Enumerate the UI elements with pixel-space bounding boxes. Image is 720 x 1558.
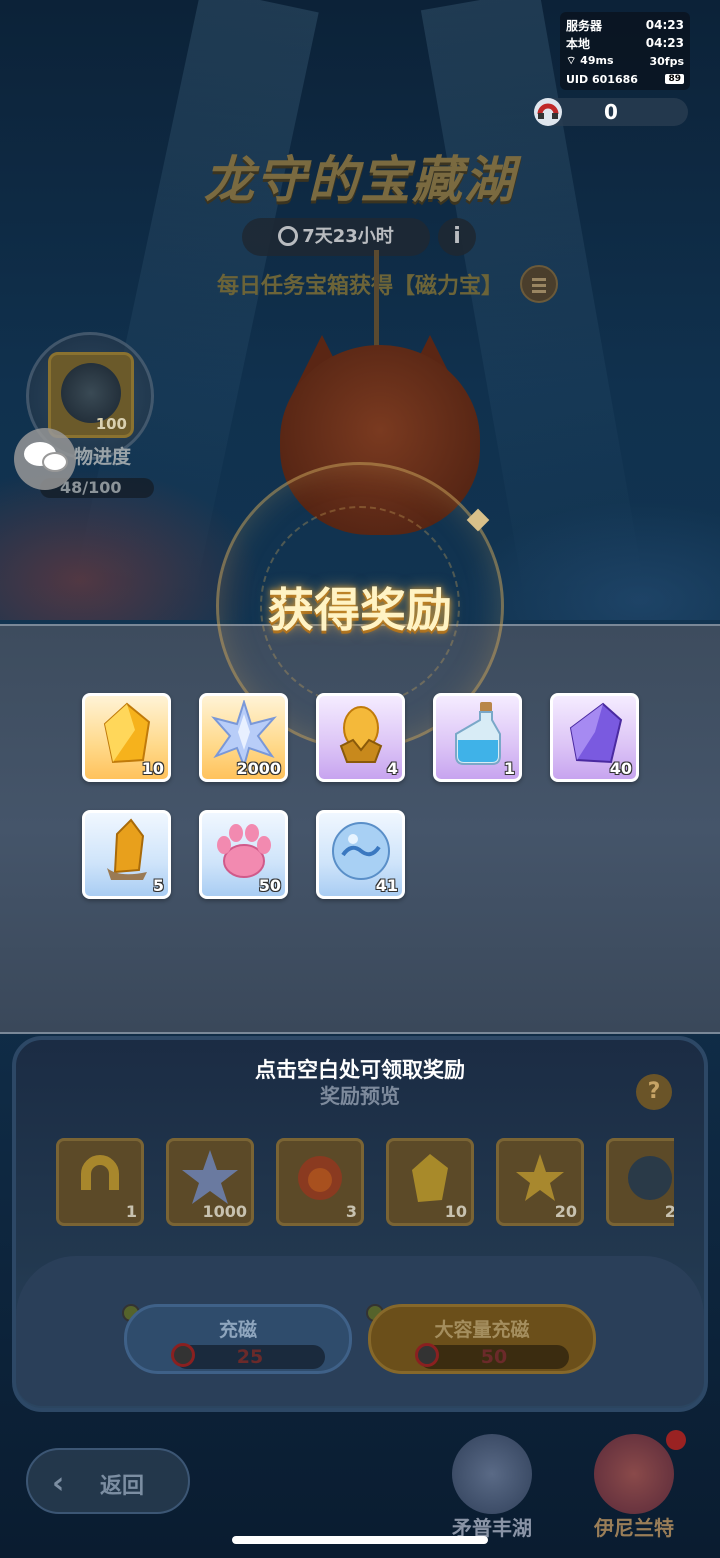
event-timer: 7天23小时 — [242, 218, 430, 256]
reward-item[interactable]: 1 — [433, 693, 522, 782]
reward-preview-title: 奖励预览 — [320, 1084, 400, 1108]
gold-crystal-icon — [103, 702, 150, 764]
preview-item[interactable]: 1 — [56, 1138, 144, 1226]
server-time: 04:23 — [645, 18, 684, 32]
uid-text: UID 601686 — [566, 72, 638, 86]
reward-item[interactable]: 40 — [550, 693, 639, 782]
cat-orb-icon — [61, 363, 121, 423]
local-time: 04:23 — [645, 36, 684, 50]
big-charge-button[interactable]: 大容量充磁 50 — [368, 1304, 596, 1374]
reward-item[interactable]: 5 — [82, 810, 171, 899]
magnet-icon — [171, 1343, 195, 1367]
collection-progress-value: 48/100 — [60, 478, 122, 497]
paw-icon — [216, 824, 271, 879]
charge-button[interactable]: 充磁 25 — [124, 1304, 352, 1374]
magnet-count: 0 — [604, 100, 618, 124]
wave-orb-icon — [331, 822, 390, 881]
battery-icon: 89 — [665, 74, 684, 84]
preview-item[interactable]: 3 — [276, 1138, 364, 1226]
preview-item[interactable]: 20 — [496, 1138, 584, 1226]
fire-orb-icon — [298, 1155, 342, 1200]
info-button[interactable]: i — [438, 218, 476, 256]
server-label: 服务器 — [566, 18, 603, 33]
pearl-shell-icon — [452, 1434, 532, 1514]
home-indicator[interactable] — [232, 1536, 488, 1544]
claim-hint: 点击空白处可领取奖励 — [255, 1058, 465, 1082]
amber-shard-icon — [106, 818, 147, 881]
chat-button[interactable] — [14, 428, 76, 490]
magnet-currency[interactable]: 0 — [534, 98, 688, 126]
back-button[interactable]: ‹ 返回 — [26, 1448, 190, 1514]
reward-preview-strip[interactable]: 1 1000 3 10 20 20 — [56, 1138, 674, 1228]
reward-modal-title: 获得奖励 — [268, 583, 452, 637]
event-title: 龙守的宝藏湖 — [204, 151, 516, 209]
star-crystal-icon — [182, 1149, 238, 1204]
magnet-horseshoe-icon — [81, 1154, 119, 1190]
preview-item[interactable]: 20 — [606, 1138, 674, 1226]
event-subtitle: 每日任务宝箱获得【磁力宝】 — [216, 274, 503, 299]
lake-button-1[interactable]: 矛普丰湖 — [432, 1424, 552, 1544]
collection-item-count: 100 — [95, 415, 127, 433]
charge-cost: 25 — [175, 1345, 325, 1369]
reward-item[interactable]: 2000 — [199, 693, 288, 782]
purple-crystal-icon — [569, 702, 622, 764]
collection-progress-label: 物进度 — [74, 446, 132, 468]
starfish-shell-icon — [594, 1434, 674, 1514]
notification-dot — [666, 1430, 686, 1450]
perf-status-panel: 服务器 04:23 本地 04:23 ⌔ 49ms 30fps UID 601686 8… — [560, 12, 690, 90]
local-label: 本地 — [566, 36, 591, 51]
cat-orb-icon — [628, 1155, 672, 1200]
gold-crystal-icon — [412, 1153, 448, 1202]
reward-item[interactable]: 41 — [316, 810, 405, 899]
back-arrow-icon: ‹ — [52, 1466, 65, 1501]
reward-item[interactable]: 50 — [199, 810, 288, 899]
gold-egg-icon — [339, 706, 382, 764]
panel-wave — [16, 1256, 704, 1406]
preview-item[interactable]: 10 — [386, 1138, 474, 1226]
ping-text: ⌔ 49ms — [566, 54, 614, 67]
list-icon[interactable] — [520, 265, 558, 303]
magnet-icon — [415, 1343, 439, 1367]
star-badge-icon — [516, 1153, 564, 1201]
big-charge-cost: 50 — [419, 1345, 569, 1369]
preview-item[interactable]: 1000 — [166, 1138, 254, 1226]
reward-item[interactable]: 10 — [82, 693, 171, 782]
star-crystal-icon — [210, 700, 277, 769]
clock-icon — [278, 226, 299, 246]
reward-item[interactable]: 4 — [316, 693, 405, 782]
fps-text: 30fps — [649, 54, 684, 68]
blue-potion-icon — [454, 702, 501, 766]
collection-item: 100 — [48, 352, 134, 438]
